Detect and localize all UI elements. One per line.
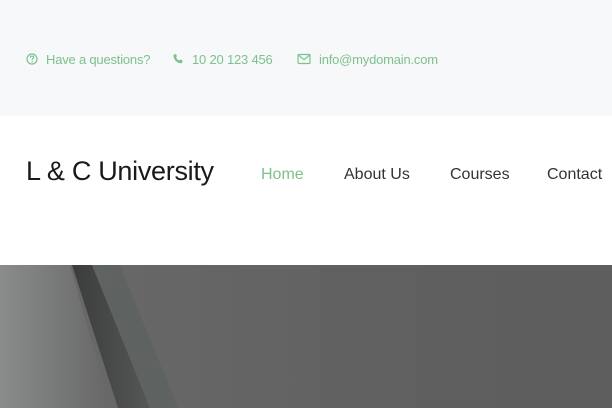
- envelope-icon: [297, 53, 311, 65]
- nav-item-courses[interactable]: Courses: [450, 165, 510, 185]
- email-address-text: info@mydomain.com: [319, 51, 438, 67]
- phone-contact-item[interactable]: 10 20 123 456: [172, 51, 273, 67]
- question-circle-icon: [26, 53, 38, 65]
- phone-icon: [172, 53, 184, 65]
- help-text: Have a questions?: [46, 51, 151, 67]
- site-header: [0, 116, 612, 265]
- phone-number-text: 10 20 123 456: [192, 51, 273, 67]
- nav-item-home[interactable]: Home: [261, 165, 304, 185]
- email-contact-item[interactable]: info@mydomain.com: [297, 51, 438, 67]
- site-logo[interactable]: L & C University: [26, 154, 214, 188]
- nav-item-contact[interactable]: Contact: [547, 165, 602, 185]
- help-contact-item[interactable]: Have a questions?: [26, 51, 150, 67]
- top-info-bar: Have a questions? 10 20 123 456 info@myd…: [0, 0, 612, 116]
- hero-banner-image: [0, 265, 612, 408]
- nav-item-about-us[interactable]: About Us: [344, 165, 410, 185]
